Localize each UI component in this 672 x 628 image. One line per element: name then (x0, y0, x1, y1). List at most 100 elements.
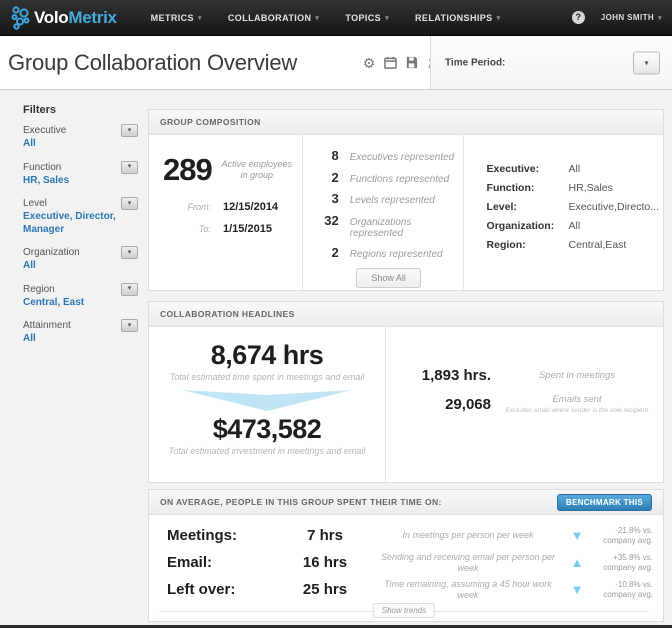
nav-item-metrics[interactable]: METRICS ▾ (151, 13, 202, 23)
filter-attainment: Attainment ▾ All (23, 319, 138, 346)
trend-up-icon: ▲ (563, 556, 591, 569)
calendar-glyph (384, 56, 397, 69)
filter-summary: Executive:All Function:HR,Sales Level:Ex… (464, 135, 663, 290)
time-row-value: 7 hrs (277, 527, 373, 544)
filters-sidebar: Filters Executive ▾ All Function ▾ HR, S… (0, 91, 148, 628)
nav-item-collaboration[interactable]: COLLABORATION▾ (228, 13, 319, 23)
filter-dropdown-button[interactable]: ▾ (121, 124, 138, 137)
summary-value: Executive,Directo... (569, 201, 659, 213)
save-icon[interactable] (404, 56, 418, 70)
total-investment-value: $473,582 (149, 414, 385, 445)
summary-value: Central,East (569, 239, 627, 251)
filter-name: Level (23, 198, 47, 209)
stat-value: 32 (319, 213, 339, 228)
active-employees-block: 289 Active employees in group From: 12/1… (149, 135, 302, 290)
help-glyph: ? (575, 12, 581, 22)
filter-name: Region (23, 284, 55, 295)
time-row-value: 25 hrs (277, 581, 373, 598)
filter-value[interactable]: Executive, Director, Manager (23, 211, 138, 236)
stat-value: 2 (319, 170, 339, 185)
filter-dropdown-button[interactable]: ▾ (121, 161, 138, 174)
show-all-button[interactable]: Show All (356, 268, 421, 288)
summary-row: Region:Central,East (487, 239, 659, 251)
time-row-label: Meetings: (155, 527, 277, 544)
time-period-label: Time Period: (445, 57, 505, 68)
active-employees-caption: Active employees in group (218, 159, 296, 182)
calendar-icon[interactable] (383, 56, 397, 70)
group-composition-body: 289 Active employees in group From: 12/1… (149, 135, 663, 290)
meetings-hours-caption: Spent in meetings (539, 370, 615, 381)
stat-row: 2Regions represented (319, 245, 459, 260)
collaboration-headlines-panel: COLLABORATION HEADLINES 8,674 hrs Total … (148, 301, 664, 483)
filter-value[interactable]: HR, Sales (23, 175, 138, 188)
time-row-delta: +35.8% vs. company avg. (591, 553, 653, 573)
time-period-dropdown[interactable]: ▾ (633, 51, 660, 74)
filter-organization: Organization ▾ All (23, 246, 138, 273)
chevron-down-icon: ▾ (128, 249, 132, 256)
chevron-down-icon: ▾ (128, 127, 132, 134)
chevron-down-icon: ▾ (128, 200, 132, 207)
summary-value: All (569, 163, 581, 175)
summary-key: Organization: (487, 220, 569, 232)
show-trends-button[interactable]: Show trends (373, 603, 435, 618)
summary-row: Function:HR,Sales (487, 182, 659, 194)
brand-name-metrix: Metrix (68, 8, 116, 28)
summary-value: HR,Sales (569, 182, 613, 194)
chevron-down-icon: ▾ (128, 285, 132, 292)
summary-value: All (569, 220, 581, 232)
user-menu[interactable]: JOHN SMITH▾ (601, 13, 662, 22)
nav-item-label: METRICS (151, 13, 194, 23)
chevron-down-icon: ▾ (198, 14, 202, 22)
nav-menu: METRICS ▾ COLLABORATION▾ TOPICS▾ RELATION… (151, 13, 501, 23)
content-area: Filters Executive ▾ All Function ▾ HR, S… (0, 91, 672, 628)
trend-down-icon: ▼ (563, 529, 591, 542)
filter-value[interactable]: All (23, 260, 138, 273)
filters-title: Filters (23, 104, 138, 116)
filter-dropdown-button[interactable]: ▾ (121, 283, 138, 296)
total-time-value: 8,674 hrs (149, 340, 385, 371)
chevron-down-icon: ▾ (128, 163, 132, 170)
time-row-label: Email: (155, 554, 277, 571)
time-period-zone: Time Period: ▾ (430, 36, 672, 89)
emails-sent-value: 29,068 (386, 396, 491, 413)
date-from-row: From: 12/15/2014 (163, 201, 296, 213)
meetings-hours-value: 1,893 hrs. (386, 367, 491, 384)
emails-sent-stat: 29,068 Emails sentExcludes email where s… (386, 394, 663, 415)
stat-row: 32 Organizations represented (319, 213, 459, 239)
time-spent-header: ON AVERAGE, PEOPLE IN THIS GROUP SPENT T… (149, 490, 663, 515)
stat-label: Functions represented (350, 174, 450, 185)
chevron-down-icon: ▾ (385, 14, 389, 22)
filter-value[interactable]: All (23, 333, 138, 346)
filter-dropdown-button[interactable]: ▾ (121, 246, 138, 259)
emails-sent-caption: Emails sent (552, 394, 601, 405)
filter-dropdown-button[interactable]: ▾ (121, 197, 138, 210)
date-from-label: From: (163, 202, 211, 212)
summary-row: Executive:All (487, 163, 659, 175)
help-icon[interactable]: ? (572, 11, 585, 24)
filter-value[interactable]: Central, East (23, 297, 138, 310)
summary-key: Executive: (487, 163, 569, 175)
filter-name: Executive (23, 125, 66, 136)
benchmark-this-button[interactable]: BENCHMARK THIS (557, 494, 652, 511)
brand-logo[interactable]: VoloMetrix (10, 5, 117, 31)
group-composition-title: GROUP COMPOSITION (149, 110, 663, 135)
meetings-hours-stat: 1,893 hrs. Spent in meetings (386, 367, 663, 384)
trend-down-icon: ▼ (563, 583, 591, 596)
filter-name: Organization (23, 247, 80, 258)
nav-item-topics[interactable]: TOPICS▾ (345, 13, 389, 23)
filter-dropdown-button[interactable]: ▾ (121, 319, 138, 332)
time-row-meetings: Meetings: 7 hrs In meetings per person p… (155, 522, 653, 549)
time-row-delta: -21.8% vs. company avg. (591, 526, 653, 546)
filter-region: Region ▾ Central, East (23, 283, 138, 310)
gear-icon[interactable]: ⚙ (362, 56, 376, 70)
time-spent-body: Meetings: 7 hrs In meetings per person p… (149, 515, 663, 625)
summary-row: Organization:All (487, 220, 659, 232)
nav-item-relationships[interactable]: RELATIONSHIPS▾ (415, 13, 500, 23)
filter-name: Function (23, 162, 61, 173)
filter-value[interactable]: All (23, 138, 138, 151)
summary-key: Level: (487, 201, 569, 213)
group-composition-panel: GROUP COMPOSITION 289 Active employees i… (148, 109, 664, 291)
side-stats-block: 1,893 hrs. Spent in meetings 29,068 Emai… (386, 327, 663, 482)
stat-label: Organizations represented (350, 217, 459, 239)
chevron-down-icon: ▾ (497, 14, 501, 22)
